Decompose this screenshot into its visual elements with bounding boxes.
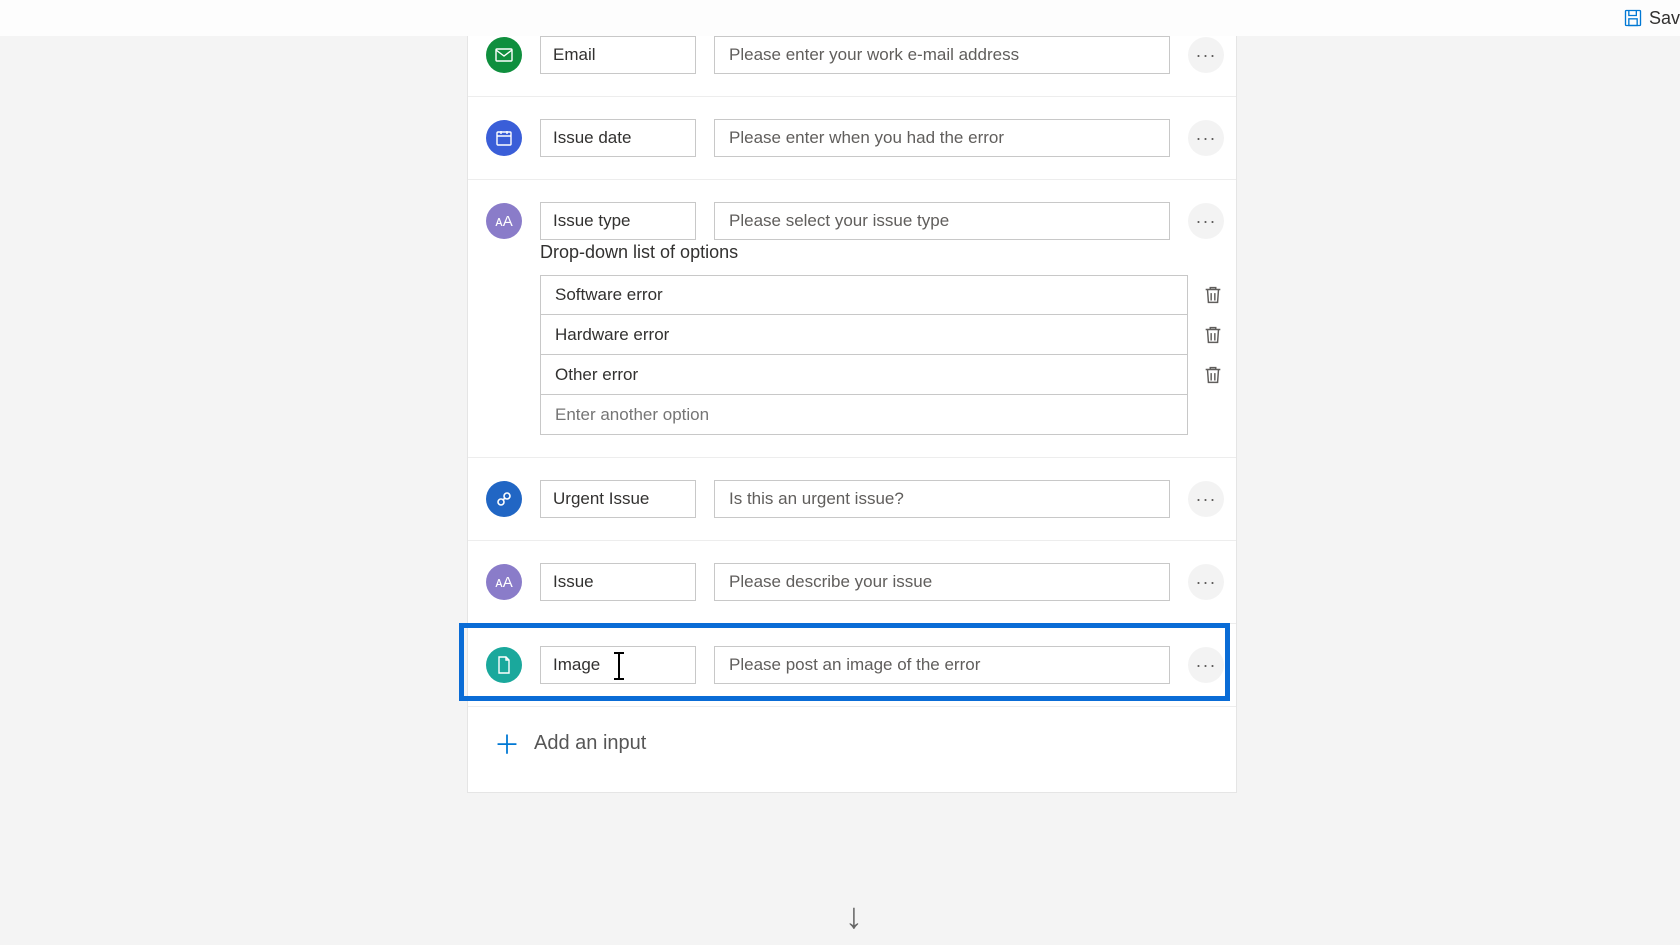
form-card: ··· ··· ᴀA ··· Drop-down list of options bbox=[467, 36, 1237, 793]
input-row-issue: ᴀA ··· bbox=[468, 541, 1236, 624]
text-icon: ᴀA bbox=[486, 564, 522, 600]
mail-icon bbox=[486, 37, 522, 73]
field-desc-input[interactable] bbox=[714, 36, 1170, 74]
field-name-input[interactable] bbox=[540, 646, 696, 684]
flow-arrow-icon: ↓ bbox=[845, 895, 863, 937]
save-icon bbox=[1623, 8, 1643, 28]
add-input-label: Add an input bbox=[534, 732, 646, 755]
plus-icon: ＋ bbox=[494, 725, 520, 762]
link-icon bbox=[486, 481, 522, 517]
field-desc-input[interactable] bbox=[714, 563, 1170, 601]
more-button[interactable]: ··· bbox=[1188, 37, 1224, 73]
trash-icon[interactable] bbox=[1202, 324, 1224, 346]
more-button[interactable]: ··· bbox=[1188, 647, 1224, 683]
input-row-type: ᴀA ··· bbox=[468, 180, 1236, 254]
trash-icon[interactable] bbox=[1202, 284, 1224, 306]
field-name-input[interactable] bbox=[540, 202, 696, 240]
text-icon: ᴀA bbox=[486, 203, 522, 239]
field-name-input[interactable] bbox=[540, 480, 696, 518]
option-input-new[interactable] bbox=[540, 395, 1188, 435]
add-input-button[interactable]: ＋ Add an input bbox=[468, 707, 1236, 762]
save-label: Sav bbox=[1649, 8, 1680, 29]
field-name-input[interactable] bbox=[540, 563, 696, 601]
option-input[interactable] bbox=[540, 315, 1188, 355]
field-name-input[interactable] bbox=[540, 36, 696, 74]
field-name-input[interactable] bbox=[540, 119, 696, 157]
field-desc-input[interactable] bbox=[714, 646, 1170, 684]
option-input[interactable] bbox=[540, 355, 1188, 395]
dropdown-options-block: Drop-down list of options bbox=[468, 242, 1236, 458]
field-desc-input[interactable] bbox=[714, 202, 1170, 240]
input-row-email: ··· bbox=[468, 36, 1236, 97]
option-row bbox=[540, 275, 1224, 315]
trash-icon[interactable] bbox=[1202, 364, 1224, 386]
more-button[interactable]: ··· bbox=[1188, 564, 1224, 600]
more-button[interactable]: ··· bbox=[1188, 481, 1224, 517]
more-button[interactable]: ··· bbox=[1188, 203, 1224, 239]
save-button[interactable]: Sav bbox=[1615, 4, 1680, 33]
input-row-image: ··· bbox=[468, 624, 1236, 707]
input-row-urgent: ··· bbox=[468, 458, 1236, 541]
option-row bbox=[540, 395, 1224, 435]
input-row-date: ··· bbox=[468, 97, 1236, 180]
more-button[interactable]: ··· bbox=[1188, 120, 1224, 156]
field-desc-input[interactable] bbox=[714, 119, 1170, 157]
option-row bbox=[540, 315, 1224, 355]
calendar-icon bbox=[486, 120, 522, 156]
document-icon bbox=[486, 647, 522, 683]
option-row bbox=[540, 355, 1224, 395]
option-input[interactable] bbox=[540, 275, 1188, 315]
field-desc-input[interactable] bbox=[714, 480, 1170, 518]
top-toolbar: Sav bbox=[0, 0, 1680, 36]
